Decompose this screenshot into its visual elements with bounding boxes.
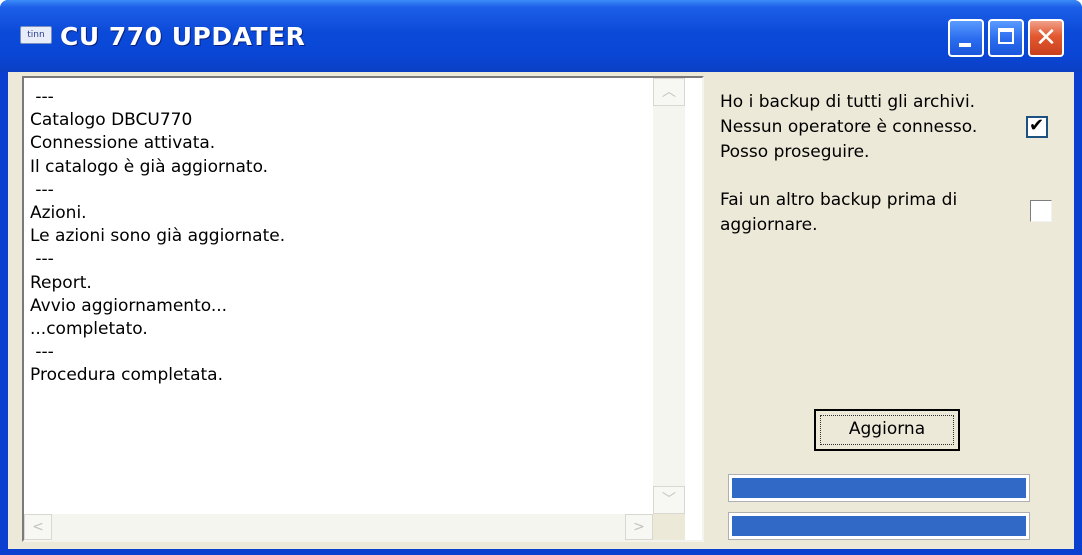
backup-confirm-label: Ho i backup di tutti gli archivi. Nessun… [720, 92, 978, 162]
window-title: CU 770 UPDATER [60, 22, 306, 51]
close-button[interactable]: ✕ [1028, 19, 1064, 57]
focus-rectangle [820, 415, 954, 445]
chevron-right-icon: > [633, 519, 645, 535]
log-line: --- [30, 87, 54, 107]
log-line: --- [30, 179, 54, 200]
log-line: Catalogo DBCU770 [30, 110, 193, 131]
extra-backup-checkbox[interactable] [1030, 200, 1052, 222]
log-line: Il catalogo è già aggiornato. [30, 156, 269, 177]
scroll-right-button[interactable]: > [625, 514, 653, 540]
progress-bar-2 [728, 512, 1030, 540]
app-icon[interactable]: tinn [20, 26, 52, 44]
progress-bar-1-fill [732, 478, 1026, 498]
scroll-left-button[interactable]: < [24, 514, 52, 540]
chevron-down-icon: ﹀ [662, 492, 676, 508]
scrollbar-corner [653, 514, 685, 540]
log-line: Avvio aggiornamento... [30, 295, 228, 316]
log-line: --- [30, 342, 54, 363]
progress-bar-2-fill [732, 516, 1026, 536]
progress-bar-1 [728, 474, 1030, 502]
minimize-button[interactable] [948, 19, 984, 57]
log-line: Report. [30, 272, 92, 293]
title-bar[interactable]: tinn CU 770 UPDATER ✕ [0, 0, 1082, 72]
horizontal-scrollbar[interactable]: < > [24, 514, 653, 540]
log-line: Azioni. [30, 203, 87, 224]
log-line: --- [30, 249, 54, 270]
chevron-left-icon: < [32, 519, 44, 535]
log-textarea[interactable]: --- Catalogo DBCU770 Connessione attivata.… [22, 76, 704, 542]
backup-confirm-checkbox[interactable]: ✔ [1026, 115, 1048, 138]
checkmark-icon: ✔ [1029, 115, 1045, 136]
log-content: --- Catalogo DBCU770 Connessione attivata.… [30, 86, 650, 486]
maximize-button[interactable] [988, 19, 1024, 57]
update-button[interactable]: Aggiorna [814, 409, 960, 451]
log-line: Le azioni sono già aggiornate. [30, 226, 286, 247]
scroll-down-button[interactable]: ﹀ [653, 486, 685, 514]
maximize-icon [998, 28, 1014, 44]
chevron-up-icon: ︿ [662, 84, 676, 100]
client-area: --- Catalogo DBCU770 Connessione attivata.… [8, 72, 1074, 549]
extra-backup-label: Fai un altro backup prima di aggiornare. [720, 190, 958, 235]
log-line: Connessione attivata. [30, 133, 216, 154]
close-icon: ✕ [1035, 23, 1057, 53]
log-line: ...completato. [30, 319, 148, 340]
app-window: tinn CU 770 UPDATER ✕ --- Catalogo DBCU77… [0, 0, 1082, 555]
minimize-icon [959, 43, 971, 47]
log-line: Procedura completata. [30, 365, 224, 386]
vertical-scrollbar[interactable]: ︿ ﹀ [653, 78, 685, 514]
scroll-up-button[interactable]: ︿ [653, 78, 685, 106]
